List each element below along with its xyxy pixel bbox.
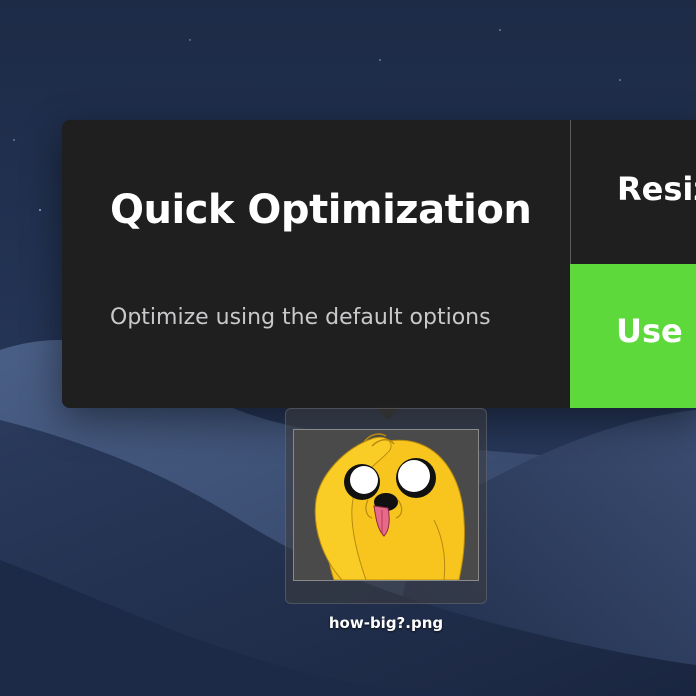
use-button[interactable]: Use I xyxy=(570,264,696,408)
use-label: Use I xyxy=(616,312,696,350)
quick-optimization-subtitle: Optimize using the default options xyxy=(110,305,491,330)
file-icon[interactable] xyxy=(285,408,487,604)
optimization-popup: Quick Optimization Optimize using the de… xyxy=(62,120,696,408)
resize-label: Resiz xyxy=(617,170,696,208)
file-name-label[interactable]: how-big?.png xyxy=(285,614,487,632)
jake-illustration xyxy=(294,430,478,580)
resize-button[interactable]: Resiz xyxy=(571,120,696,264)
quick-optimization-button[interactable]: Quick Optimization Optimize using the de… xyxy=(62,120,570,408)
quick-optimization-title: Quick Optimization xyxy=(110,187,532,233)
jake-the-dog-thumbnail-icon xyxy=(293,429,479,581)
